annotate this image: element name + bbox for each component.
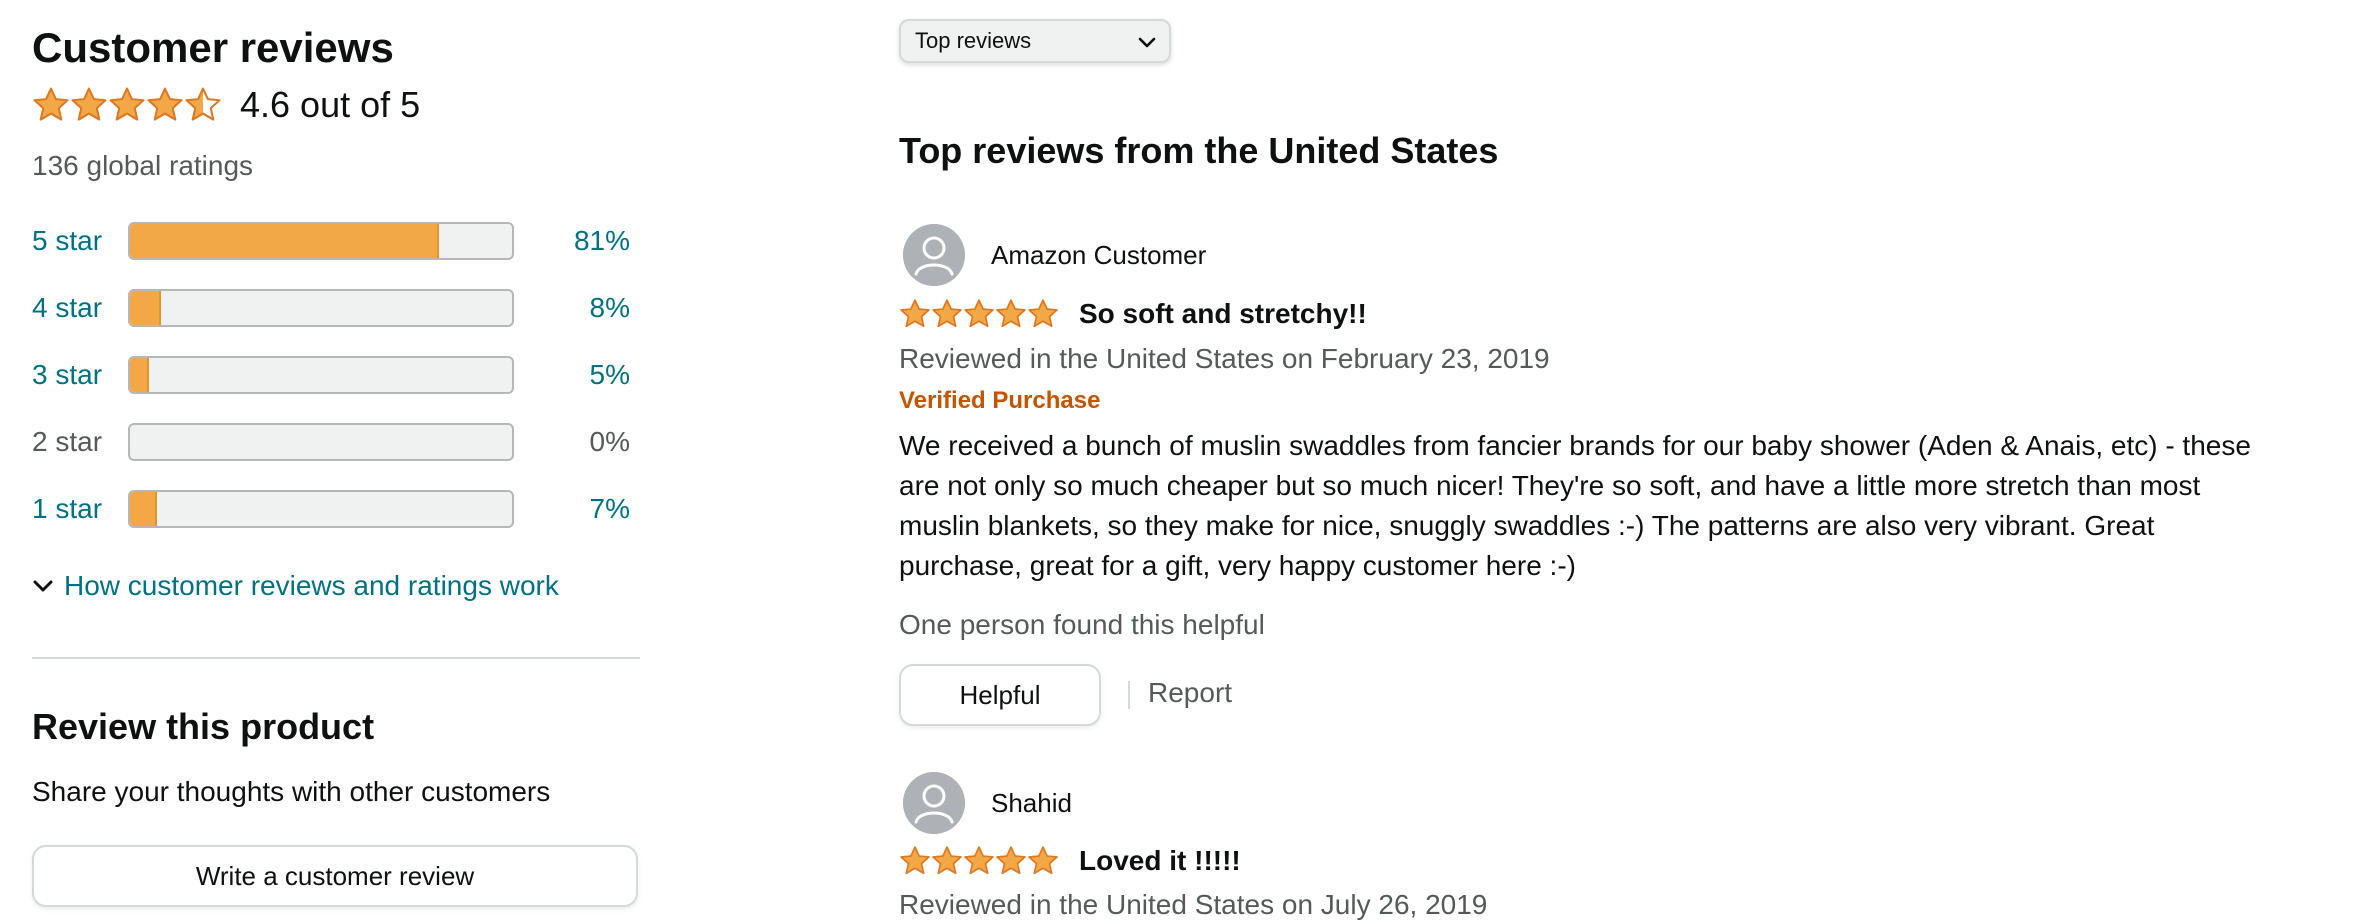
- review-date: Reviewed in the United States on Februar…: [899, 343, 1550, 374]
- histogram-row-4-star[interactable]: 4 star 8%: [32, 283, 640, 333]
- reviewer-profile[interactable]: Shahid: [899, 772, 1072, 834]
- star-full-icon: [109, 87, 145, 121]
- star-full-icon: [147, 87, 183, 121]
- review-this-product-heading: Review this product: [32, 706, 375, 747]
- histogram-bar-fill: [130, 492, 157, 526]
- histogram-bar-fill: [130, 224, 440, 258]
- how-reviews-work-label: How customer reviews and ratings work: [64, 570, 559, 601]
- histogram-percentage: 0%: [589, 426, 630, 457]
- report-link[interactable]: Report: [1148, 677, 1232, 709]
- reviewer-name: Amazon Customer: [991, 239, 1207, 270]
- avatar: [903, 772, 965, 834]
- review-date: Reviewed in the United States on July 26…: [899, 889, 1488, 920]
- star-full-icon: [932, 299, 962, 328]
- sort-selected-value: Top reviews: [915, 28, 1032, 53]
- histogram-row-1-star[interactable]: 1 star 7%: [32, 484, 640, 534]
- review-title[interactable]: Loved it !!!!!: [1079, 845, 1241, 877]
- review-body: We received a bunch of muslin swaddles f…: [899, 430, 2251, 581]
- histogram-star-label: 2 star: [32, 426, 103, 457]
- star-full-icon: [1028, 846, 1058, 875]
- reviewer-name: Shahid: [991, 787, 1072, 818]
- histogram-row-5-star[interactable]: 5 star 81%: [32, 216, 640, 266]
- star-full-icon: [996, 846, 1026, 875]
- how-reviews-work-link[interactable]: How customer reviews and ratings work: [32, 570, 559, 602]
- top-reviews-heading: Top reviews from the United States: [899, 130, 1499, 171]
- action-separator: [1128, 681, 1130, 709]
- helpful-count: One person found this helpful: [899, 609, 1265, 640]
- histogram-bar: [128, 490, 514, 528]
- star-full-icon: [1028, 299, 1058, 328]
- share-thoughts-text: Share your thoughts with other customers: [32, 776, 551, 807]
- chevron-down-icon: [1138, 37, 1156, 48]
- star-full-icon: [33, 87, 69, 121]
- histogram-percentage: 5%: [589, 359, 630, 390]
- review-title[interactable]: So soft and stretchy!!: [1079, 298, 1367, 330]
- sort-reviews-dropdown[interactable]: Top reviews: [899, 19, 1171, 63]
- global-ratings-count: 136 global ratings: [32, 150, 254, 181]
- default-avatar-icon: [903, 772, 965, 834]
- section-divider: [32, 657, 640, 659]
- avatar: [903, 224, 965, 286]
- review-title-row: Loved it !!!!!: [899, 845, 1241, 877]
- histogram-star-label: 3 star: [32, 359, 103, 390]
- chevron-down-icon: [33, 580, 53, 592]
- histogram-bar-fill: [130, 291, 161, 325]
- histogram-bar-fill: [130, 358, 150, 392]
- histogram-percentage: 8%: [589, 292, 630, 323]
- customer-reviews-heading: Customer reviews: [32, 24, 394, 71]
- star-full-icon: [932, 846, 962, 875]
- default-avatar-icon: [903, 224, 965, 286]
- review-star-rating: [899, 845, 1059, 877]
- average-rating-text: 4.6 out of 5: [240, 84, 421, 125]
- histogram-percentage: 7%: [589, 493, 630, 524]
- review-title-row: So soft and stretchy!!: [899, 298, 1367, 330]
- average-star-rating: [32, 86, 222, 124]
- star-half-icon: [185, 87, 221, 121]
- helpful-button[interactable]: Helpful: [899, 664, 1101, 726]
- star-full-icon: [964, 846, 994, 875]
- star-full-icon: [900, 846, 930, 875]
- review-star-rating: [899, 298, 1059, 330]
- histogram-bar: [128, 289, 514, 327]
- histogram-star-label: 5 star: [32, 225, 103, 256]
- average-rating-row: 4.6 out of 5: [32, 84, 420, 126]
- histogram-bar: [128, 423, 514, 461]
- reviewer-profile[interactable]: Amazon Customer: [899, 224, 1206, 286]
- star-full-icon: [900, 299, 930, 328]
- star-full-icon: [964, 299, 994, 328]
- histogram-bar: [128, 356, 514, 394]
- histogram-row-2-star: 2 star 0%: [32, 417, 640, 467]
- write-review-button[interactable]: Write a customer review: [32, 845, 638, 907]
- star-full-icon: [996, 299, 1026, 328]
- histogram-percentage: 81%: [573, 225, 630, 256]
- star-full-icon: [71, 87, 107, 121]
- histogram-star-label: 4 star: [32, 292, 103, 323]
- histogram-star-label: 1 star: [32, 493, 103, 524]
- histogram-bar: [128, 222, 514, 260]
- histogram-row-3-star[interactable]: 3 star 5%: [32, 350, 640, 400]
- verified-purchase-badge: Verified Purchase: [899, 387, 1101, 414]
